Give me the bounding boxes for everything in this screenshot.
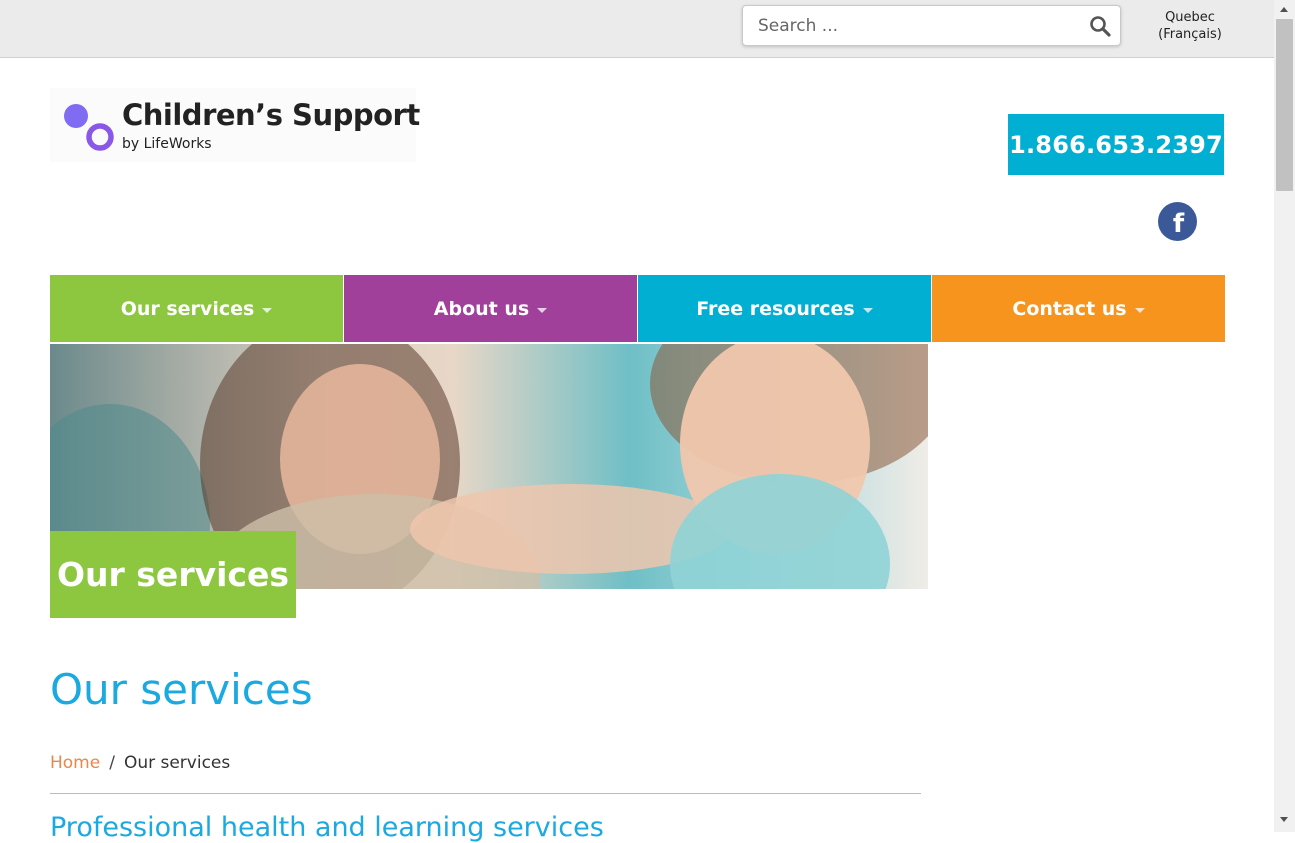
nav-item-label: Our services: [120, 297, 255, 320]
search-input[interactable]: [743, 6, 1088, 45]
scroll-up-arrow-icon[interactable]: [1280, 7, 1288, 12]
breadcrumb-current: Our services: [123, 753, 231, 773]
nav-item-our-services[interactable]: Our services: [50, 275, 343, 342]
facebook-glyph: f: [1172, 208, 1185, 239]
language-switch-link[interactable]: Quebec (Français): [1146, 9, 1234, 43]
vertical-scrollbar[interactable]: [1274, 0, 1295, 832]
main-navigation: Our services About us Free resources Con…: [50, 275, 1225, 342]
nav-item-contact-us[interactable]: Contact us: [931, 275, 1225, 342]
facebook-icon[interactable]: f: [1158, 202, 1197, 241]
scrollbar-thumb[interactable]: [1276, 19, 1293, 191]
page-title: Our services: [50, 665, 313, 714]
caret-down-icon: [862, 307, 873, 313]
nav-item-free-resources[interactable]: Free resources: [637, 275, 931, 342]
scroll-down-arrow-icon[interactable]: [1280, 817, 1288, 822]
top-utility-bar: Quebec (Français): [0, 0, 1274, 58]
caret-down-icon: [1134, 307, 1145, 313]
site-logo[interactable]: Children’s Support by LifeWorks: [50, 88, 420, 162]
divider: [50, 793, 921, 794]
breadcrumb-separator: /: [109, 753, 115, 773]
language-link-line1: Quebec: [1165, 10, 1215, 25]
nav-item-label: Free resources: [696, 297, 855, 320]
search-icon[interactable]: [1088, 14, 1112, 38]
language-link-line2: (Français): [1158, 27, 1222, 42]
caret-down-icon: [262, 307, 273, 313]
caret-down-icon: [537, 307, 548, 313]
logo-title: Children’s Support: [122, 98, 420, 132]
section-heading: Professional health and learning service…: [50, 812, 604, 843]
breadcrumb-home-link[interactable]: Home: [50, 753, 100, 773]
nav-item-label: Contact us: [1012, 297, 1127, 320]
search-box: [742, 5, 1121, 46]
nav-item-label: About us: [433, 297, 530, 320]
logo-circles-icon: [64, 104, 114, 151]
nav-item-about-us[interactable]: About us: [343, 275, 637, 342]
hero-label: Our services: [50, 531, 296, 618]
phone-number-button[interactable]: 1.866.653.2397: [1008, 114, 1224, 175]
breadcrumb: Home / Our services: [50, 753, 230, 773]
logo-subtitle: by LifeWorks: [122, 136, 212, 152]
